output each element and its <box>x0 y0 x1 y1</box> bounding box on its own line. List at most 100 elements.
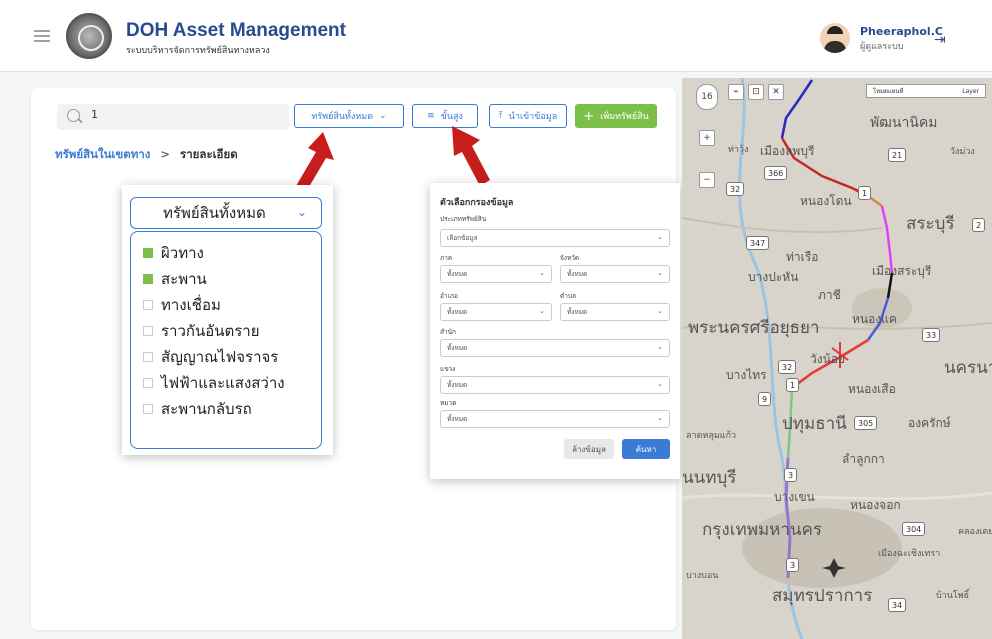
select-value: ทั้งหมด <box>447 344 468 352</box>
select-value: ทั้งหมด <box>567 308 588 316</box>
chevron-down-icon: ⌄ <box>379 111 387 121</box>
zoom-in-icon[interactable]: + <box>699 130 715 146</box>
item-label: สะพานกลับรถ <box>161 400 252 418</box>
map-view[interactable]: 16 + − ⌁ ⊡ ✕ โหมดแผนที่ Layer พัฒนานิคม … <box>682 78 992 639</box>
map-place: พระนครศรีอยุธยา <box>688 318 820 338</box>
avatar[interactable] <box>820 23 850 53</box>
breadcrumb-parent[interactable]: ทรัพย์สินในเขตทาง <box>55 147 150 161</box>
add-asset-label: เพิ่มทรัพย์สิน <box>600 112 649 122</box>
select-value: ทั้งหมด <box>447 381 468 389</box>
map-place: วังม่วง <box>950 147 975 157</box>
import-label: นำเข้าข้อมูล <box>508 112 558 122</box>
callout-arrow-2 <box>452 126 490 186</box>
route-shield: 1 <box>786 378 800 392</box>
route-shield: 33 <box>922 328 941 342</box>
map-place: บางเขน <box>774 490 815 504</box>
item-label: ไฟฟ้าและแสงสว่าง <box>161 374 285 392</box>
map-place: ปทุมธานี <box>782 414 847 434</box>
layer-control[interactable]: โหมดแผนที่ Layer <box>866 84 986 98</box>
map-place: พัฒนานิคม <box>870 115 938 131</box>
checkbox[interactable] <box>143 352 153 362</box>
route-shield: 366 <box>764 166 788 180</box>
filter-icon: ≡ <box>427 111 435 121</box>
search-icon <box>67 109 80 122</box>
unit-select[interactable]: ทั้งหมด ⌄ <box>440 410 670 428</box>
map-place: คลองเตย <box>958 527 992 537</box>
search-button[interactable]: ค้นหา <box>622 439 670 459</box>
office-select[interactable]: ทั้งหมด ⌄ <box>440 376 670 394</box>
map-place: วังน้อย <box>810 352 846 366</box>
chevron-down-icon: ⌄ <box>657 380 663 388</box>
chevron-down-icon: ⌄ <box>657 307 663 315</box>
map-place: เมืองสระบุรี <box>872 264 932 278</box>
province-label: จังหวัด <box>560 254 580 262</box>
asset-dropdown-callout: ทรัพย์สินทั้งหมด ⌄ ผิวทาง สะพาน ทางเชื่อ… <box>122 185 333 455</box>
route-shield: 21 <box>888 148 907 162</box>
checkbox[interactable] <box>143 404 153 414</box>
checkbox[interactable] <box>143 300 153 310</box>
dropdown-item[interactable]: สัญญาณไฟจราจร <box>131 344 321 370</box>
dropdown-item[interactable]: สะพาน <box>131 266 321 292</box>
subdistrict-select[interactable]: ทั้งหมด ⌄ <box>560 303 670 321</box>
map-place: หนองแค <box>852 312 897 326</box>
import-button[interactable]: ⤒ นำเข้าข้อมูล <box>489 104 567 128</box>
logout-icon[interactable]: ⇥ <box>934 32 946 48</box>
map-place: บ้านโพธิ์ <box>936 591 970 601</box>
select-value: ทั้งหมด <box>567 270 588 278</box>
zoom-out-icon[interactable]: − <box>699 172 715 188</box>
item-label: สัญญาณไฟจราจร <box>161 348 279 366</box>
route-shield: 9 <box>758 392 772 406</box>
map-place: ภาชี <box>818 288 841 302</box>
dropdown-item[interactable]: ไฟฟ้าและแสงสว่าง <box>131 370 321 396</box>
asset-filter-label: ทรัพย์สินทั้งหมด <box>311 112 374 122</box>
bureau-select[interactable]: ทั้งหมด ⌄ <box>440 339 670 357</box>
map-place: ท่าเรือ <box>786 250 819 264</box>
district-select[interactable]: ทั้งหมด ⌄ <box>440 303 552 321</box>
advanced-label: ขั้นสูง <box>440 112 463 122</box>
checkbox-checked[interactable] <box>143 274 153 284</box>
zoom-area-icon[interactable]: ⊡ <box>748 84 764 100</box>
select-value: ทั้งหมด <box>447 415 468 423</box>
checkbox-checked[interactable] <box>143 248 153 258</box>
chevron-down-icon: ⌄ <box>657 269 663 277</box>
checkbox[interactable] <box>143 326 153 336</box>
district-label: อำเภอ <box>440 292 458 300</box>
route-shield: 1 <box>858 186 872 200</box>
checkbox[interactable] <box>143 378 153 388</box>
bureau-label: สำนัก <box>440 328 456 336</box>
asset-type-select[interactable]: เลือกข้อมูล ⌄ <box>440 229 670 247</box>
dropdown-item[interactable]: ทางเชื่อม <box>131 292 321 318</box>
search-value: 1 <box>91 108 98 121</box>
basemap-label: โหมดแผนที่ <box>873 88 904 95</box>
asset-type-label: ประเภททรัพย์สิน <box>440 215 487 223</box>
dropdown-item[interactable]: ราวกันอันตราย <box>131 318 321 344</box>
zoom-level[interactable]: 16 <box>696 84 718 110</box>
province-select[interactable]: ทั้งหมด ⌄ <box>560 265 670 283</box>
map-place: สมุทรปราการ <box>772 586 873 606</box>
close-icon[interactable]: ✕ <box>768 84 784 100</box>
add-asset-button[interactable]: + เพิ่มทรัพย์สิน <box>575 104 657 128</box>
map-place: เมืองฉะเชิงเทรา <box>878 549 941 559</box>
asset-dropdown-select[interactable]: ทรัพย์สินทั้งหมด ⌄ <box>130 197 322 229</box>
map-place: หนองจอก <box>850 498 901 512</box>
map-place: นครนายก <box>944 358 992 378</box>
map-place: บางไทร <box>726 368 767 382</box>
map-place: เมืองลพบุรี <box>760 144 815 158</box>
item-label: ผิวทาง <box>161 244 204 262</box>
dropdown-item[interactable]: ผิวทาง <box>131 240 321 266</box>
route-shield: 3 <box>784 468 798 482</box>
dropdown-item[interactable]: สะพานกลับรถ <box>131 396 321 422</box>
map-controls: 16 + − <box>696 84 718 188</box>
asset-filter-button[interactable]: ทรัพย์สินทั้งหมด ⌄ <box>294 104 404 128</box>
item-label: ราวกันอันตราย <box>161 322 260 340</box>
region-label: ภาค <box>440 254 453 262</box>
breadcrumb-separator: > <box>160 147 171 161</box>
top-header: DOH Asset Management ระบบบริหารจัดการทรั… <box>0 0 992 72</box>
measure-icon[interactable]: ⌁ <box>728 84 744 100</box>
region-select[interactable]: ทั้งหมด ⌄ <box>440 265 552 283</box>
menu-icon[interactable] <box>34 30 50 42</box>
asset-dropdown-list: ผิวทาง สะพาน ทางเชื่อม ราวกันอันตราย สัญ… <box>130 231 322 449</box>
import-icon: ⤒ <box>498 111 503 121</box>
map-place: ลาดหลุมแก้ว <box>686 431 737 441</box>
clear-button[interactable]: ล้างข้อมูล <box>564 439 614 459</box>
